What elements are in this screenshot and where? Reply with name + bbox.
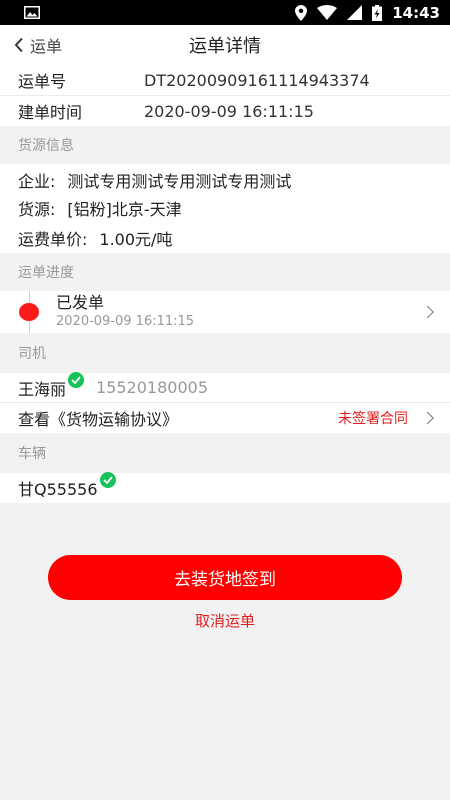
freight-price-label: 运费单价: — [18, 229, 88, 249]
created-time-label: 建单时间 — [18, 103, 83, 122]
vehicle-row: 甘Q55556 — [0, 472, 450, 503]
chevron-right-icon — [421, 411, 434, 425]
back-button[interactable]: 运单 — [14, 25, 62, 65]
location-icon — [295, 4, 308, 21]
progress-time: 2020-09-09 16:11:15 — [56, 314, 195, 329]
created-time-value: 2020-09-09 16:11:15 — [144, 101, 314, 121]
order-number-row: 运单号 DT20200909161114943374 — [0, 65, 450, 96]
created-time-row: 建单时间 2020-09-09 16:11:15 — [0, 96, 450, 126]
timeline-dot — [19, 303, 39, 321]
contract-status: 未签署合同 — [338, 411, 408, 427]
cargo-source-row: 货源: [铝粉]北京-天津 — [0, 193, 450, 222]
progress-status: 已发单 — [56, 293, 105, 312]
order-number-value: DT20200909161114943374 — [144, 70, 370, 90]
battery-charging-icon — [372, 4, 383, 21]
vehicle-section-title: 车辆 — [0, 433, 450, 473]
gallery-notification-icon — [24, 6, 40, 19]
vehicle-verified-icon — [99, 472, 116, 488]
company-label: 企业: — [18, 171, 56, 191]
order-number-label: 运单号 — [18, 72, 67, 91]
progress-section-title: 运单进度 — [0, 253, 450, 291]
wifi-icon — [317, 5, 338, 20]
cargo-source-value: [铝粉]北京-天津 — [67, 199, 182, 219]
cargo-source-label: 货源: — [18, 199, 56, 219]
cargo-section-title: 货源信息 — [0, 126, 450, 164]
driver-section-title: 司机 — [0, 333, 450, 373]
driver-verified-icon — [68, 371, 85, 388]
driver-row: 王海丽 15520180005 — [0, 371, 450, 403]
freight-price-row: 运费单价: 1.00元/吨 — [0, 222, 450, 253]
chevron-right-icon — [421, 305, 434, 319]
freight-price-value: 1.00元/吨 — [99, 229, 173, 249]
contract-link[interactable]: 查看《货物运输协议》 — [18, 406, 178, 430]
check-in-loading-button[interactable]: 去装货地签到 — [48, 555, 402, 600]
chevron-left-icon — [14, 37, 23, 53]
cancel-order-link[interactable]: 取消运单 — [0, 610, 450, 631]
company-value: 测试专用测试专用测试专用测试 — [67, 171, 292, 191]
driver-phone: 15520180005 — [96, 378, 208, 397]
company-row: 企业: 测试专用测试专用测试专用测试 — [0, 164, 450, 193]
page-title: 运单详情 — [189, 36, 261, 57]
vehicle-plate: 甘Q55556 — [18, 480, 98, 499]
driver-name: 王海丽 — [18, 379, 67, 399]
back-label: 运单 — [30, 37, 63, 56]
status-time: 14:43 — [392, 3, 440, 22]
signal-icon — [347, 5, 363, 20]
contract-row[interactable]: 查看《货物运输协议》 未签署合同 — [0, 403, 450, 433]
nav-bar: 运单 运单详情 — [0, 25, 450, 65]
progress-item[interactable]: 已发单 2020-09-09 16:11:15 — [0, 291, 450, 333]
status-bar: 14:43 — [0, 0, 450, 25]
